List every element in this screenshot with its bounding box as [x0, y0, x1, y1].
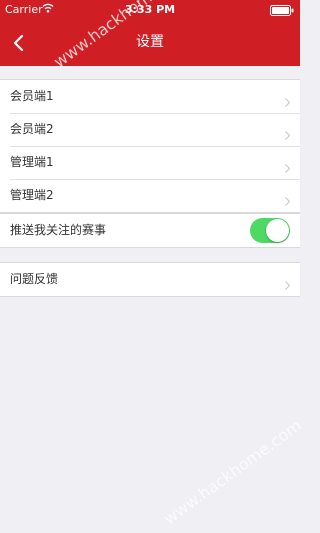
chevron-right-icon [285, 92, 291, 107]
chevron-right-icon [285, 275, 291, 290]
list-item-member-2[interactable]: 会员端2 [0, 113, 300, 146]
push-setting-label: 推送我关注的赛事 [10, 223, 107, 237]
client-list-group: 会员端1 会员端2 管理端1 管理端2 [0, 79, 300, 213]
status-bar: Carrier 3:33 PM [0, 0, 300, 20]
push-toggle-switch[interactable] [250, 218, 290, 243]
toggle-knob [266, 219, 289, 242]
list-item-label: 问题反馈 [10, 272, 59, 286]
list-item-label: 会员端1 [10, 89, 54, 103]
chevron-right-icon [285, 125, 291, 140]
battery-icon [270, 5, 294, 19]
page-title: 设置 [136, 34, 164, 50]
feedback-group: 问题反馈 [0, 262, 300, 297]
list-item-label: 会员端2 [10, 122, 54, 136]
push-settings-group: 推送我关注的赛事 [0, 213, 300, 248]
push-setting-row: 推送我关注的赛事 [0, 214, 300, 247]
list-item-label: 管理端1 [10, 155, 54, 169]
list-item-member-1[interactable]: 会员端1 [0, 80, 300, 113]
list-item-feedback[interactable]: 问题反馈 [0, 263, 300, 296]
navigation-bar: 设置 [0, 20, 300, 66]
list-item-label: 管理端2 [10, 188, 54, 202]
chevron-right-icon [285, 191, 291, 206]
list-item-admin-1[interactable]: 管理端1 [0, 146, 300, 179]
chevron-right-icon [285, 158, 291, 173]
list-item-admin-2[interactable]: 管理端2 [0, 179, 300, 212]
status-time: 3:33 PM [124, 3, 176, 16]
app-header: Carrier 3:33 PM 设置 [0, 0, 300, 66]
watermark-text: www.hackhome.com [160, 415, 306, 529]
